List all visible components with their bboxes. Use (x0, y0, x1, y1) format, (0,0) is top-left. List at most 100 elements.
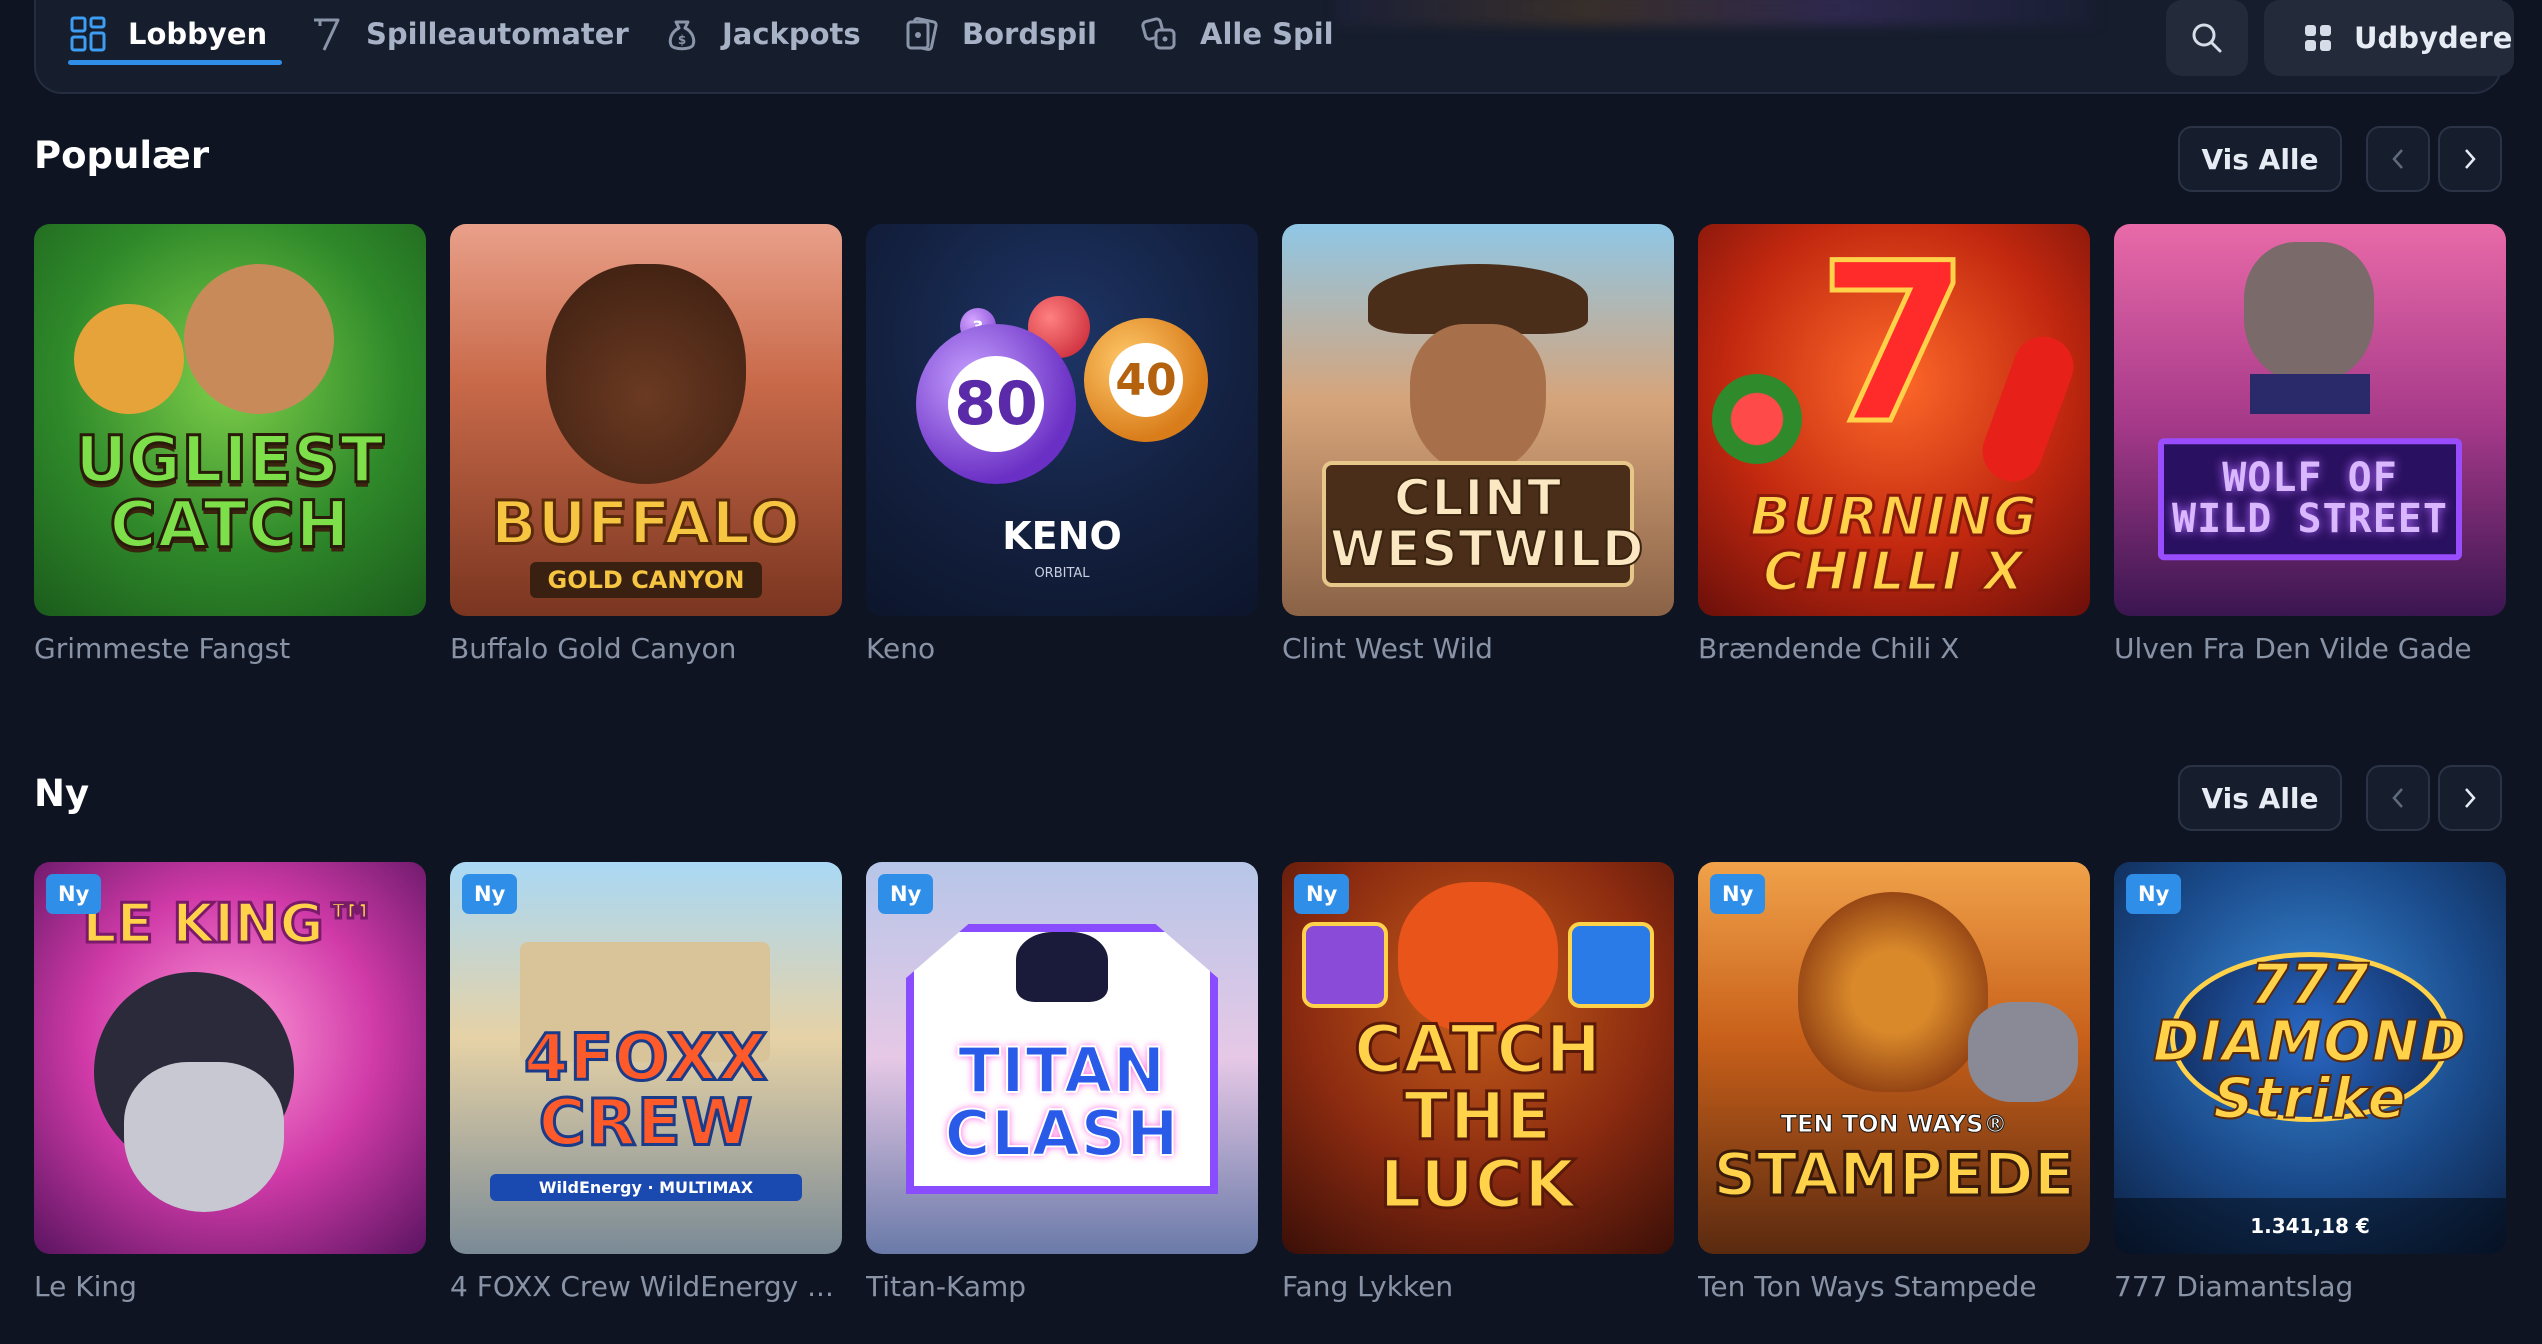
game-logo-text: UGLIEST CATCH (74, 423, 386, 563)
new-badge: Ny (1294, 874, 1350, 914)
chevron-right-icon (2465, 788, 2476, 808)
providers-button[interactable]: Udbydere (2264, 0, 2514, 76)
game-card[interactable]: CATCH THE LUCK Ny Fang Lykken (1282, 862, 1674, 1303)
new-badge: Ny (2126, 874, 2182, 914)
keno-ball: 40 (1084, 318, 1208, 442)
game-title: Brændende Chili X (1698, 632, 1960, 665)
game-card[interactable]: TITAN CLASH Ny Titan-Kamp (866, 862, 1258, 1303)
tab-jackpots[interactable]: $ Jackpots (662, 0, 861, 68)
game-thumbnail: UGLIEST CATCH (34, 224, 426, 616)
game-logo-subtext: GOLD CANYON (530, 562, 762, 598)
grid-icon (70, 16, 106, 52)
cat-character (1398, 882, 1558, 1032)
chevron-left-icon (2392, 788, 2403, 808)
grid-icon (2305, 25, 2331, 51)
game-card[interactable]: 777 DIAMOND Strike 1.341,18 € Ny 777 Dia… (2114, 862, 2506, 1303)
keno-ball: 80 (916, 324, 1076, 484)
cards-icon (906, 17, 938, 51)
game-card[interactable]: CLINT WESTWILD Clint West Wild (1282, 224, 1674, 665)
elephant (1968, 1002, 2078, 1102)
tab-lobbyen[interactable]: Lobbyen (68, 0, 267, 68)
game-logo-text: 4FOXX CREW (522, 1021, 769, 1161)
carousel-prev-button[interactable] (2366, 126, 2430, 192)
lion-head (1798, 892, 1988, 1092)
game-title: Clint West Wild (1282, 632, 1493, 665)
game-thumbnail: LE KING™ Ny (34, 862, 426, 1254)
keno-ball-number: 40 (1109, 343, 1183, 417)
money-bag-icon: $ (668, 20, 696, 51)
game-thumbnail: 7 BURNING CHILLI X (1698, 224, 2090, 616)
game-card[interactable]: UGLIEST CATCH Grimmeste Fangst (34, 224, 426, 665)
game-logo-text: 777 DIAMOND Strike (2152, 952, 2468, 1132)
chevron-left-icon (2392, 149, 2403, 169)
game-logo-text: TITAN CLASH (944, 1033, 1180, 1170)
fighter-helmet (1016, 932, 1108, 1002)
game-card[interactable]: LE KING™ Ny Le King (34, 862, 426, 1303)
game-thumbnail: CLINT WESTWILD (1282, 224, 1674, 616)
keno-ball-number: 80 (948, 356, 1044, 452)
game-card[interactable]: 3 80 40 KENO ORBITAL Keno (866, 224, 1258, 665)
providers-label: Udbydere (2354, 21, 2513, 55)
game-thumbnail: TEN TON WAYS® STAMPEDE Ny (1698, 862, 2090, 1254)
character-face (184, 264, 334, 414)
game-thumbnail: TITAN CLASH Ny (866, 862, 1258, 1254)
game-logo-text: STAMPEDE (1712, 1139, 2076, 1212)
new-badge: Ny (46, 874, 102, 914)
new-badge: Ny (878, 874, 934, 914)
game-thumbnail: WOLF OF WILD STREET (2114, 224, 2506, 616)
game-title: Le King (34, 1270, 137, 1303)
tab-label: Alle Spil (1200, 17, 1334, 51)
game-card[interactable]: 4FOXX CREW WildEnergy · MULTIMAX Ny 4 FO… (450, 862, 842, 1303)
tab-spilleautomater[interactable]: Spilleautomater (306, 0, 629, 68)
game-logo-subtext: ORBITAL (1034, 566, 1090, 581)
game-logo-text: CLINT WESTWILD (1322, 461, 1645, 587)
purple-cat-icon (1302, 922, 1388, 1008)
seven-icon (314, 18, 340, 51)
game-card[interactable]: BUFFALO GOLD CANYON Buffalo Gold Canyon (450, 224, 842, 665)
new-badge: Ny (1710, 874, 1766, 914)
tab-bordspil[interactable]: Bordspil (902, 0, 1097, 68)
buffalo-head (546, 264, 746, 484)
game-title: Fang Lykken (1282, 1270, 1454, 1303)
watermelon-icon (1712, 374, 1802, 464)
view-all-button[interactable]: Vis Alle (2178, 765, 2342, 831)
game-logo-text: CATCH THE LUCK (1352, 1011, 1603, 1223)
game-thumbnail: 777 DIAMOND Strike 1.341,18 € Ny (2114, 862, 2506, 1254)
game-title: Ten Ton Ways Stampede (1698, 1270, 2037, 1303)
game-card[interactable]: WOLF OF WILD STREET Ulven Fra Den Vilde … (2114, 224, 2506, 665)
carousel-next-button[interactable] (2438, 765, 2502, 831)
raccoon-face (124, 1062, 284, 1212)
new-badge: Ny (462, 874, 518, 914)
jackpot-amount: 1.341,18 € (2114, 1198, 2506, 1254)
tab-alle-spil[interactable]: Alle Spil (1140, 0, 1334, 68)
tab-label: Jackpots (722, 17, 861, 51)
nav-banner-glow (1336, 0, 2096, 26)
game-title: Titan-Kamp (866, 1270, 1027, 1303)
top-navigation: Lobbyen Spilleautomater $ Jackpots Bords… (34, 0, 2514, 94)
search-button[interactable] (2166, 0, 2248, 76)
game-thumbnail: BUFFALO GOLD CANYON (450, 224, 842, 616)
game-card[interactable]: 7 BURNING CHILLI X Brændende Chili X (1698, 224, 2090, 665)
cowboy-face (1410, 324, 1546, 474)
fish-character (74, 304, 184, 414)
game-thumbnail: CATCH THE LUCK Ny (1282, 862, 1674, 1254)
carousel-prev-button[interactable] (2366, 765, 2430, 831)
blue-cat-icon (1568, 922, 1654, 1008)
game-title: Grimmeste Fangst (34, 632, 291, 665)
game-card[interactable]: TEN TON WAYS® STAMPEDE Ny Ten Ton Ways S… (1698, 862, 2090, 1303)
tab-label: Bordspil (962, 17, 1097, 51)
tab-label: Spilleautomater (366, 17, 629, 51)
game-thumbnail: 3 80 40 KENO ORBITAL (866, 224, 1258, 616)
carousel-next-button[interactable] (2438, 126, 2502, 192)
game-logo-subtext: TEN TON WAYS® (1780, 1110, 2008, 1139)
chevron-right-icon (2465, 149, 2476, 169)
game-logo-subtext: WildEnergy · MULTIMAX (490, 1174, 802, 1201)
tab-label: Lobbyen (128, 17, 268, 51)
search-icon (2192, 23, 2222, 53)
game-title: 777 Diamantslag (2114, 1270, 2354, 1303)
game-title: Ulven Fra Den Vilde Gade (2114, 632, 2472, 665)
game-logo-text: KENO (1002, 514, 1122, 558)
section-title-new: Ny (34, 772, 90, 815)
view-all-button[interactable]: Vis Alle (2178, 126, 2342, 192)
svg-text:$: $ (678, 33, 686, 47)
